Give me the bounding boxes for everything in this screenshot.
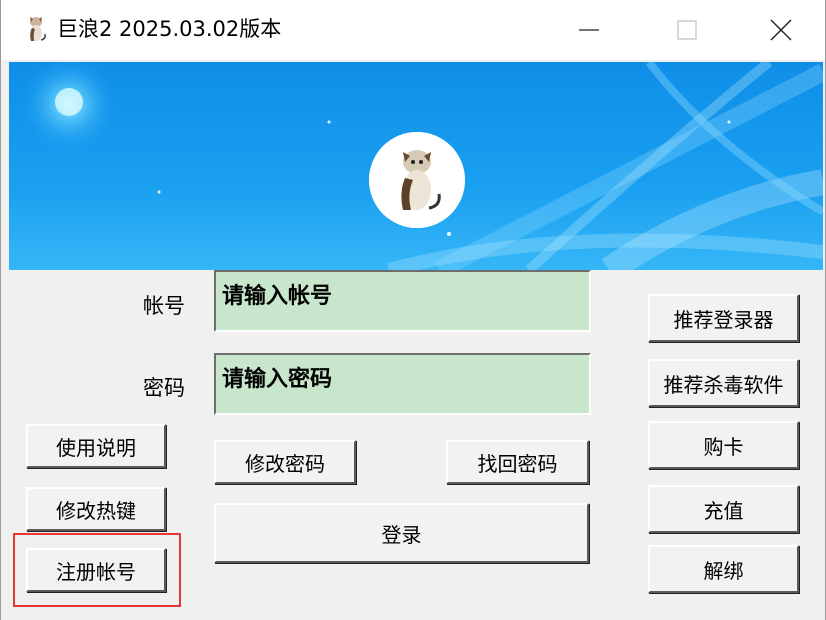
recharge-button[interactable]: 充值 <box>648 485 799 533</box>
recommend-antivirus-button[interactable]: 推荐杀毒软件 <box>648 359 799 407</box>
window-title: 巨浪2 2025.03.02版本 <box>57 17 282 41</box>
minimize-icon <box>579 29 599 31</box>
login-window: 巨浪2 2025.03.02版本 帐号 请输入帐号 密码 请输入密码 使用说明 … <box>0 0 826 620</box>
highlight-box <box>13 533 181 607</box>
maximize-icon <box>677 20 697 40</box>
cat-avatar-icon <box>369 132 465 228</box>
close-button[interactable] <box>735 0 826 60</box>
unbind-button[interactable]: 解绑 <box>648 545 799 593</box>
modify-hotkey-button[interactable]: 修改热键 <box>26 487 166 531</box>
account-label: 帐号 <box>143 294 185 318</box>
account-input[interactable]: 请输入帐号 <box>214 270 591 332</box>
avatar <box>369 132 465 228</box>
cat-app-icon <box>23 14 49 44</box>
close-icon <box>770 19 792 41</box>
minimize-button[interactable] <box>543 0 635 60</box>
login-button[interactable]: 登录 <box>214 503 589 563</box>
recommend-login-tool-button[interactable]: 推荐登录器 <box>648 294 799 342</box>
password-label: 密码 <box>143 376 185 400</box>
title-bar[interactable]: 巨浪2 2025.03.02版本 <box>1 0 825 60</box>
password-input[interactable]: 请输入密码 <box>214 353 591 415</box>
recover-password-button[interactable]: 找回密码 <box>446 440 589 484</box>
maximize-button[interactable] <box>641 0 733 60</box>
change-password-button[interactable]: 修改密码 <box>214 440 356 484</box>
instructions-button[interactable]: 使用说明 <box>26 424 166 468</box>
buy-card-button[interactable]: 购卡 <box>648 421 799 469</box>
